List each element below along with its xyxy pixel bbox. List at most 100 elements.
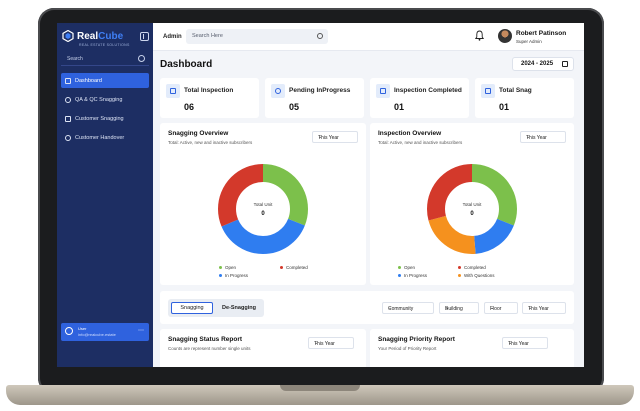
legend-item-open: Open (398, 265, 415, 270)
sidebar-search[interactable]: Search (61, 54, 149, 66)
community-dropdown[interactable]: Community ⌄ (382, 302, 434, 314)
sidebar-item-label: QA & QC Snagging (75, 96, 123, 103)
stat-value: 01 (394, 102, 405, 112)
building-dropdown[interactable]: Building ⌄ (439, 302, 479, 314)
donut-center-value: 0 (261, 211, 265, 217)
sidebar-item-qa-qc-snagging[interactable]: QA & QC Snagging (61, 92, 149, 107)
clock-icon (271, 84, 285, 98)
stat-value: 05 (289, 102, 300, 112)
bell-icon[interactable] (475, 30, 484, 41)
panel-subtitle: Total: Active, new and inactive subscrib… (168, 140, 253, 145)
legend-item-open: Open (219, 265, 236, 270)
year-range-value: 2024 - 2025 (521, 61, 554, 67)
stat-label: Total Snag (499, 87, 532, 94)
brand-tagline: REAL ESTATE SOLUTIONS (79, 43, 130, 47)
tab-de-snagging[interactable]: De-Snagging (218, 302, 260, 314)
clipboard-icon (65, 115, 71, 122)
legend-item-in-progress: In Progress (398, 273, 427, 278)
snagging-overview-panel: Snagging Overview Total: Active, new and… (160, 123, 366, 285)
stat-label: Pending InProgress (289, 87, 351, 94)
inspection-overview-panel: Inspection Overview Total: Active, new a… (370, 123, 574, 285)
admin-label: Admin (163, 34, 182, 40)
panel-subtitle: Counts are represent number single units (168, 346, 251, 351)
panel-title: Snagging Priority Report (378, 336, 455, 343)
donut-center-label: Total Unit (463, 202, 483, 207)
chevron-down-icon: ⌄ (388, 305, 393, 311)
panel-title: Snagging Overview (168, 130, 229, 137)
search-icon (138, 55, 145, 62)
snagging-segment-control: Snagging De-Snagging (168, 299, 264, 317)
stat-label: Total Inspection (184, 87, 234, 94)
inspection-donut-chart: Total Unit 0 (427, 164, 517, 254)
chevron-down-icon: ⌄ (528, 305, 533, 311)
dashboard-icon (65, 77, 71, 84)
floor-dropdown[interactable]: Floor ⌄ (484, 302, 518, 314)
chevron-down-icon: ⌄ (526, 134, 531, 140)
sidebar-item-dashboard[interactable]: Dashboard (61, 73, 149, 88)
search-icon (317, 33, 323, 39)
chevron-down-icon: ⌄ (508, 340, 513, 346)
stat-card-total-snag[interactable]: Total Snag 01 (475, 78, 574, 118)
stat-card-pending-inprogress[interactable]: Pending InProgress 05 (265, 78, 364, 118)
stat-value: 06 (184, 102, 195, 112)
status-report-year-dropdown[interactable]: This Year ⌄ (308, 337, 354, 349)
profile-avatar[interactable] (498, 29, 512, 43)
inspection-year-dropdown[interactable]: This Year ⌄ (520, 131, 566, 143)
year-range-picker[interactable]: 2024 - 2025 (512, 57, 574, 71)
sidebar-search-placeholder: Search (67, 56, 83, 62)
chevron-down-icon: ⌄ (314, 340, 319, 346)
collapse-sidebar-icon[interactable] (140, 32, 149, 41)
gear-icon (65, 134, 71, 141)
user-avatar-icon (65, 327, 73, 335)
search-input[interactable]: Search Here (186, 29, 328, 44)
sidebar-item-label: Dashboard (75, 77, 102, 84)
snagging-status-report-panel: Snagging Status Report Counts are repres… (160, 329, 366, 367)
sidebar-nav: Dashboard QA & QC Snagging Customer Snag… (61, 73, 149, 149)
page-title: Dashboard (160, 59, 213, 70)
calendar-icon (562, 61, 568, 67)
app-screen: RealCube REAL ESTATE SOLUTIONS Search Da… (57, 23, 584, 367)
priority-report-year-dropdown[interactable]: This Year ⌄ (502, 337, 548, 349)
panel-title: Inspection Overview (378, 130, 442, 137)
check-icon (376, 84, 390, 98)
sidebar-user-email: info@realcube.estate (78, 332, 116, 337)
snagging-year-dropdown[interactable]: This Year ⌄ (312, 131, 358, 143)
panel-title: Snagging Status Report (168, 336, 243, 343)
brand-name: RealCube (77, 30, 124, 42)
cube-logo-icon (62, 30, 74, 42)
chevron-down-icon: ⌄ (490, 305, 495, 311)
home-icon (481, 84, 495, 98)
legend-item-with-questions: With Questions (458, 273, 495, 278)
top-bar: Admin Search Here Robert Patinson Super … (153, 23, 584, 51)
panel-subtitle: Your Period of Priority Report (378, 346, 437, 351)
sidebar-item-label: Customer Handover (75, 134, 125, 141)
legend-item-completed: Completed (458, 265, 486, 270)
more-options-icon[interactable]: ⋯ (138, 327, 144, 334)
profile-name: Robert Patinson (516, 30, 567, 37)
chevron-down-icon: ⌄ (445, 305, 450, 311)
snagging-tabs-bar: Snagging De-Snagging Community ⌄ Buildin… (160, 291, 574, 324)
chevron-down-icon: ⌄ (318, 134, 323, 140)
sidebar-item-customer-snagging[interactable]: Customer Snagging (61, 111, 149, 126)
sidebar-item-label: Customer Snagging (75, 115, 124, 122)
stat-value: 01 (499, 102, 510, 112)
sidebar-user-card[interactable]: User info@realcube.estate ⋯ (61, 323, 149, 341)
sidebar-user-name: User (78, 326, 87, 331)
brand-logo[interactable]: RealCube (62, 30, 123, 42)
stat-card-inspection-completed[interactable]: Inspection Completed 01 (370, 78, 469, 118)
donut-center-value: 0 (470, 211, 474, 217)
tab-snagging[interactable]: Snagging (171, 302, 213, 314)
sidebar-item-customer-handover[interactable]: Customer Handover (61, 130, 149, 145)
inspection-icon (166, 84, 180, 98)
users-icon (65, 96, 71, 103)
snagging-priority-report-panel: Snagging Priority Report Your Period of … (370, 329, 574, 367)
snagging-donut-chart: Total Unit 0 (218, 164, 308, 254)
stat-card-total-inspection[interactable]: Total Inspection 06 (160, 78, 259, 118)
panel-subtitle: Total: Active, new and inactive subscrib… (378, 140, 463, 145)
stat-label: Inspection Completed (394, 87, 462, 94)
sidebar: RealCube REAL ESTATE SOLUTIONS Search Da… (57, 23, 153, 367)
legend-item-completed: Completed (280, 265, 308, 270)
legend-item-in-progress: In Progress (219, 273, 248, 278)
donut-center-label: Total Unit (254, 202, 274, 207)
tabs-year-dropdown[interactable]: This Year ⌄ (522, 302, 566, 314)
